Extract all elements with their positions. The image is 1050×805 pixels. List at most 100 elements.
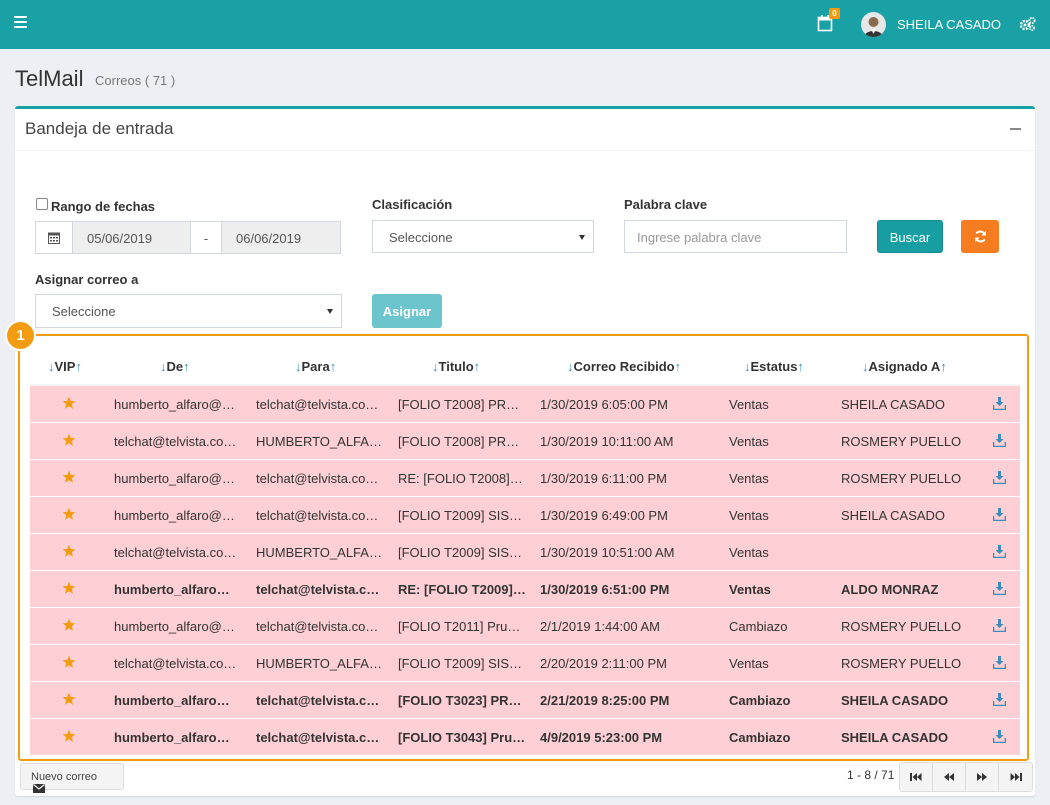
table-row[interactable]: humberto_alfaro@… telchat@telvista.co… [FO… (30, 608, 1020, 645)
keyword-label: Palabra clave (624, 197, 708, 212)
classification-value: Seleccione (389, 230, 453, 245)
assign-button[interactable]: Asignar (372, 294, 442, 328)
download-icon[interactable] (993, 656, 1006, 669)
keyword-input[interactable]: Ingrese palabra clave (624, 220, 847, 253)
table-row[interactable]: telchat@telvista.co… HUMBERTO_ALFAR… [FOLI… (30, 645, 1020, 682)
vip-star-icon[interactable] (62, 618, 76, 632)
download-icon[interactable] (993, 545, 1006, 558)
user-name[interactable]: SHEILA CASADO (897, 17, 1001, 32)
vip-star-icon[interactable] (62, 470, 76, 484)
date-to-input[interactable]: 06/06/2019 (222, 222, 340, 253)
cell-to: telchat@telvista.c… (256, 693, 380, 708)
cell-assigned: ALDO MONRAZ (841, 582, 939, 597)
envelope-icon (33, 784, 45, 793)
cell-received: 1/30/2019 6:51:00 PM (540, 582, 670, 597)
search-button[interactable]: Buscar (877, 220, 943, 253)
refresh-button[interactable] (961, 220, 999, 253)
download-icon[interactable] (993, 582, 1006, 595)
last-page-button[interactable] (999, 763, 1032, 791)
refresh-icon (974, 230, 986, 243)
user-avatar[interactable] (861, 12, 886, 37)
download-icon[interactable] (993, 730, 1006, 743)
download-icon[interactable] (993, 508, 1006, 521)
column-header-received[interactable]: ↓Correo Recibido↑ (567, 359, 681, 374)
sort-up-icon: ↑ (674, 359, 682, 374)
sort-up-icon: ↑ (473, 359, 481, 374)
table-row[interactable]: telchat@telvista.co… HUMBERTO_ALFAR… [FOLI… (30, 423, 1020, 460)
vip-star-icon[interactable] (62, 433, 76, 447)
cell-received: 1/30/2019 10:11:00 AM (540, 434, 674, 449)
assign-value: Seleccione (52, 304, 116, 319)
date-from-input[interactable]: 05/06/2019 (73, 222, 191, 253)
calendar-icon[interactable] (36, 222, 73, 253)
download-icon[interactable] (993, 434, 1006, 447)
cell-assigned: SHEILA CASADO (841, 730, 949, 745)
download-icon[interactable] (993, 693, 1006, 706)
top-navbar: 0 SHEILA CASADO (0, 0, 1050, 49)
box-title: Bandeja de entrada (25, 119, 174, 138)
download-icon[interactable] (993, 619, 1006, 632)
collapse-icon[interactable] (1010, 128, 1021, 130)
column-header-to[interactable]: ↓Para↑ (295, 359, 336, 374)
table-row[interactable]: humberto_alfaro@… telchat@telvista.co… [FO… (30, 497, 1020, 534)
table-row[interactable]: humberto_alfaro… telchat@telvista.c… [FOLI… (30, 719, 1020, 756)
cell-to: telchat@telvista.c… (256, 582, 380, 597)
new-mail-button[interactable]: Nuevo correo (20, 763, 124, 793)
cell-assigned: SHEILA CASADO (841, 397, 946, 412)
new-mail-label: Nuevo correo (31, 771, 98, 783)
column-header-from[interactable]: ↓De↑ (160, 359, 190, 374)
cell-received: 1/30/2019 6:05:00 PM (540, 397, 668, 412)
mail-table-body: humberto_alfaro@… telchat@telvista.co… [FO… (30, 386, 1020, 756)
first-page-button[interactable] (900, 763, 933, 791)
cell-assigned: ROSMERY PUELLO (841, 656, 962, 671)
cell-received: 2/1/2019 1:44:00 AM (540, 619, 660, 634)
column-header-vip[interactable]: ↓VIP↑ (48, 359, 82, 374)
page-title: TelMail (15, 66, 84, 91)
vip-star-icon[interactable] (62, 544, 76, 558)
table-row[interactable]: telchat@telvista.co… HUMBERTO_ALFAR… [FOLI… (30, 534, 1020, 571)
cell-title: [FOLIO T2009] SIS… (398, 508, 523, 523)
date-range-checkbox[interactable] (36, 198, 48, 210)
cell-status: Ventas (729, 508, 769, 523)
table-row[interactable]: humberto_alfaro@… telchat@telvista.co… [FO… (30, 386, 1020, 423)
rewind-icon (944, 773, 954, 781)
settings-gears-icon[interactable] (1019, 16, 1036, 32)
cell-to: telchat@telvista.co… (256, 619, 379, 634)
table-row[interactable]: humberto_alfaro… telchat@telvista.c… RE: [… (30, 571, 1020, 608)
cell-title: [FOLIO T2008] PR… (398, 397, 520, 412)
next-page-button[interactable] (966, 763, 999, 791)
hamburger-menu-icon[interactable] (14, 16, 28, 30)
cell-from: telchat@telvista.co… (114, 656, 237, 671)
cell-from: humberto_alfaro@… (114, 619, 235, 634)
vip-star-icon[interactable] (62, 507, 76, 521)
cell-from: humberto_alfaro… (114, 582, 230, 597)
cell-status: Ventas (729, 471, 769, 486)
vip-star-icon[interactable] (62, 581, 76, 595)
pager (899, 762, 1033, 792)
cell-title: RE: [FOLIO T2009]… (398, 582, 526, 597)
cell-to: telchat@telvista.co… (256, 508, 379, 523)
vip-star-icon[interactable] (62, 655, 76, 669)
first-page-icon (910, 773, 922, 781)
download-icon[interactable] (993, 471, 1006, 484)
column-header-assigned[interactable]: ↓Asignado A↑ (862, 359, 947, 374)
previous-page-button[interactable] (933, 763, 966, 791)
column-header-status[interactable]: ↓Estatus↑ (744, 359, 804, 374)
classification-select[interactable]: Seleccione (372, 220, 594, 253)
table-row[interactable]: humberto_alfaro… telchat@telvista.c… [FOLI… (30, 682, 1020, 719)
vip-star-icon[interactable] (62, 729, 76, 743)
cell-received: 1/30/2019 6:49:00 PM (540, 508, 668, 523)
column-header-title[interactable]: ↓Titulo↑ (432, 359, 480, 374)
cell-title: [FOLIO T3023] PR… (398, 693, 522, 708)
vip-star-icon[interactable] (62, 692, 76, 706)
vip-star-icon[interactable] (62, 396, 76, 410)
assign-label: Asignar correo a (35, 272, 139, 287)
cell-status: Ventas (729, 582, 771, 597)
annotation-badge: 1 (7, 322, 34, 349)
assign-select[interactable]: Seleccione (35, 294, 342, 328)
page-subtitle: Correos ( 71 ) (95, 73, 176, 88)
download-icon[interactable] (993, 397, 1006, 410)
cell-title: [FOLIO T3043] Pru… (398, 730, 526, 745)
table-header: ↓VIP↑ ↓De↑ ↓Para↑ ↓Titulo↑ ↓Correo Recib… (30, 352, 1020, 382)
table-row[interactable]: humberto_alfaro@… telchat@telvista.co… RE:… (30, 460, 1020, 497)
